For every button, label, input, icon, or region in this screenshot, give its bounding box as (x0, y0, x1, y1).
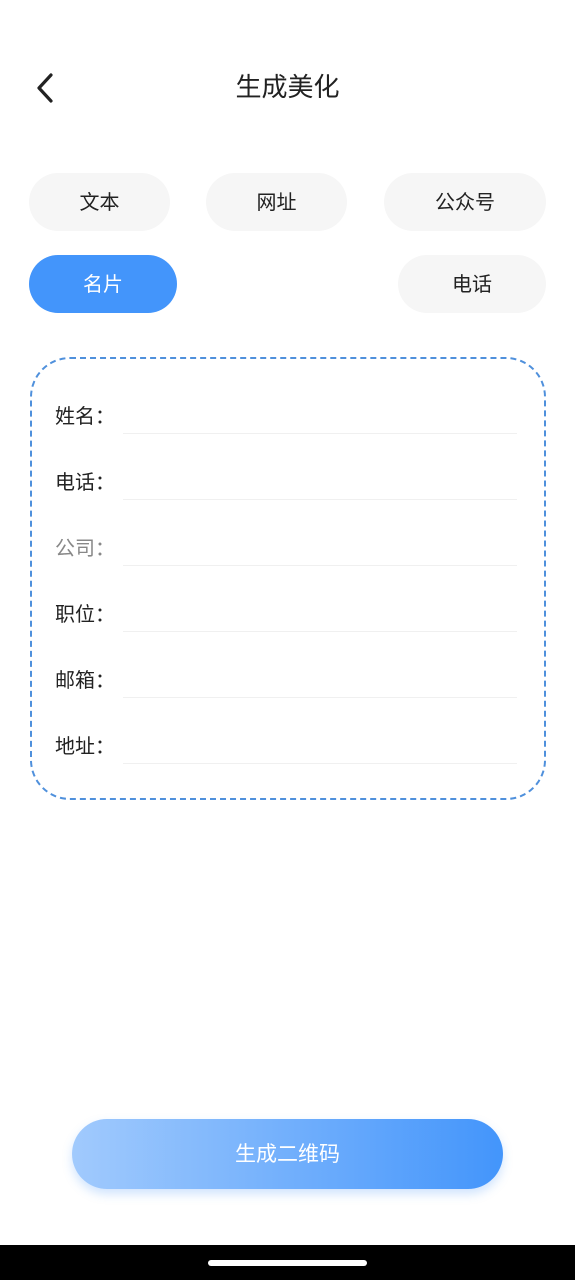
position-input[interactable] (123, 594, 517, 632)
page-title: 生成美化 (235, 73, 340, 103)
email-input[interactable] (123, 660, 517, 698)
phone-input[interactable] (123, 462, 517, 500)
back-button[interactable] (26, 68, 66, 108)
tab-official-account[interactable]: 公众号 (384, 173, 546, 231)
chevron-left-icon (37, 73, 53, 103)
field-row-phone: 电话： (55, 462, 517, 502)
tab-business-card[interactable]: 名片 (29, 255, 177, 313)
field-row-email: 邮箱： (55, 660, 517, 700)
phone-label: 电话： (55, 470, 115, 494)
generate-qr-button[interactable]: 生成二维码 (72, 1119, 503, 1189)
field-row-name: 姓名： (55, 396, 517, 436)
system-nav-bar (0, 1245, 575, 1280)
business-card-form: 姓名： 电话： 公司： 职位： 邮箱： 地址： (30, 357, 546, 800)
company-input[interactable] (123, 528, 517, 566)
tab-url[interactable]: 网址 (206, 173, 347, 231)
position-label: 职位： (55, 602, 115, 626)
address-label: 地址： (55, 734, 115, 758)
screen: 生成美化 文本 网址 公众号 名片 电话 姓名： 电话： 公司： 职位： 邮箱：… (0, 0, 575, 1280)
name-input[interactable] (123, 396, 517, 434)
home-indicator[interactable] (208, 1260, 367, 1266)
tab-text[interactable]: 文本 (29, 173, 170, 231)
email-label: 邮箱： (55, 668, 115, 692)
address-input[interactable] (123, 726, 517, 764)
tab-phone[interactable]: 电话 (398, 255, 546, 313)
company-label: 公司： (55, 536, 115, 560)
field-row-address: 地址： (55, 726, 517, 766)
field-row-company: 公司： (55, 528, 517, 568)
name-label: 姓名： (55, 404, 115, 428)
field-row-position: 职位： (55, 594, 517, 634)
